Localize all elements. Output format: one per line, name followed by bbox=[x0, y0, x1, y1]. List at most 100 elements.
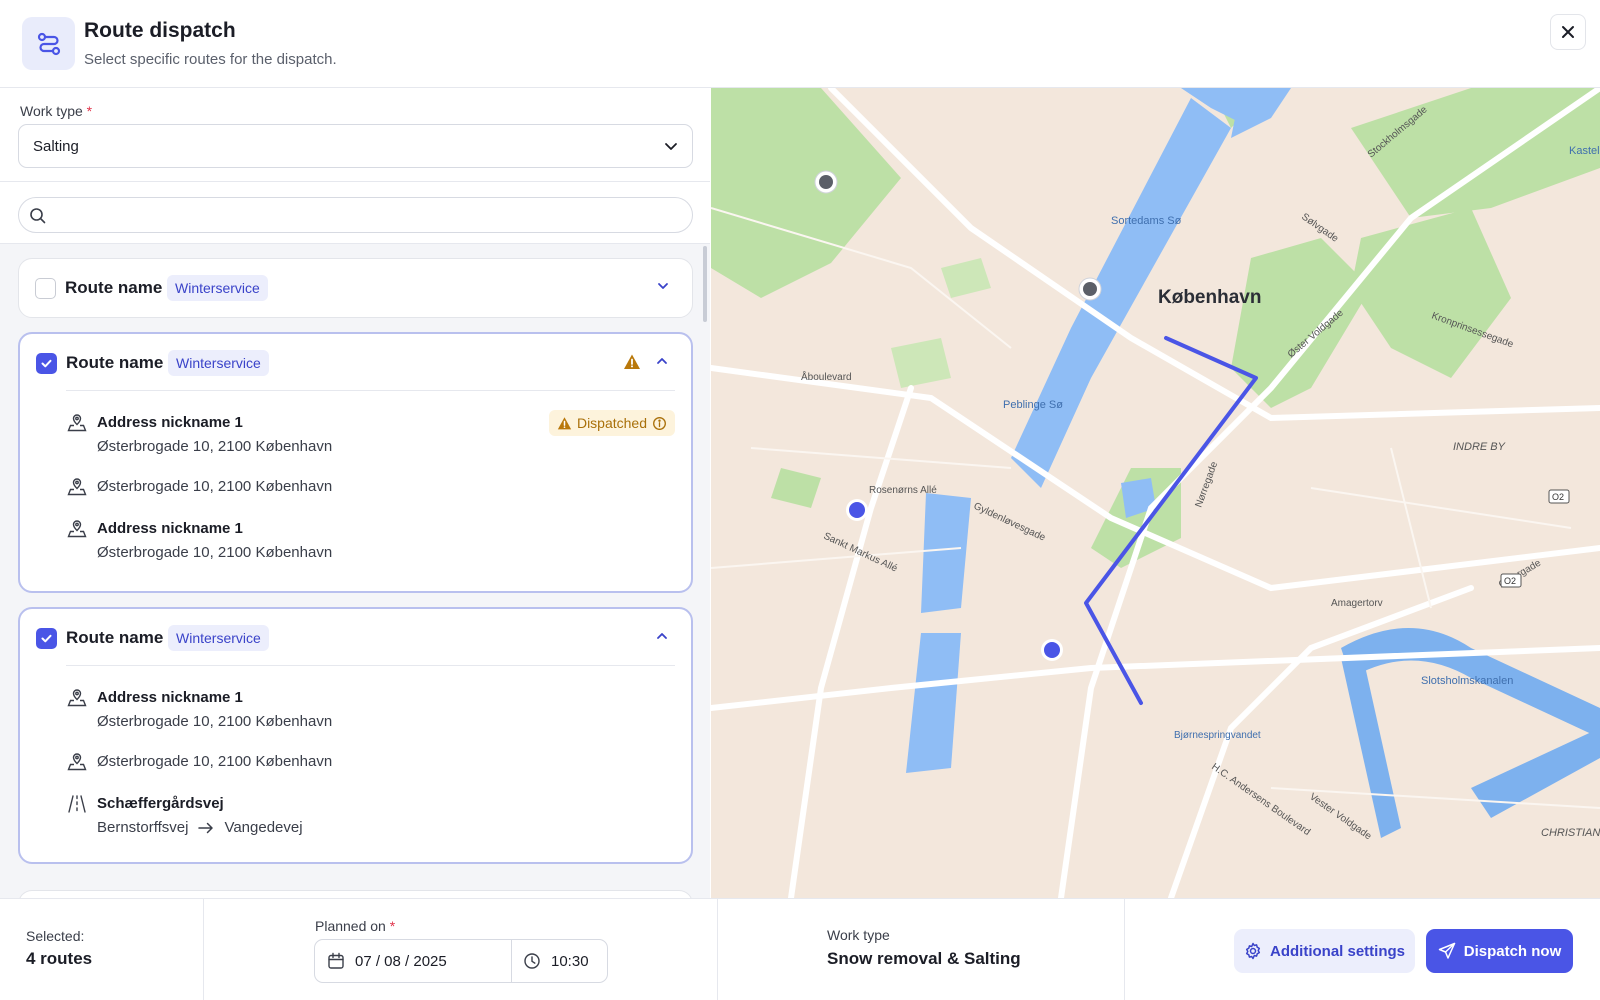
close-icon bbox=[1562, 26, 1574, 38]
address-item: Østerbrogade 10, 2100 København bbox=[66, 751, 675, 775]
route-card[interactable]: Route name Winterservice Address nicknam… bbox=[18, 332, 693, 593]
route-card-header[interactable]: Route name Winterservice bbox=[19, 259, 692, 317]
check-icon bbox=[41, 359, 52, 368]
selected-count: 4 routes bbox=[26, 949, 93, 968]
address-nickname: Address nickname 1 bbox=[97, 520, 243, 537]
map-label: CHRISTIAN bbox=[1541, 827, 1600, 839]
address-line: Østerbrogade 10, 2100 København bbox=[97, 544, 333, 561]
address-line: Østerbrogade 10, 2100 København bbox=[97, 478, 333, 495]
search-field[interactable] bbox=[18, 197, 693, 233]
road-shield: O2 bbox=[1500, 573, 1522, 588]
scrollbar[interactable] bbox=[703, 246, 707, 322]
divider bbox=[717, 899, 718, 1000]
map-label: Amagertorv bbox=[1331, 598, 1383, 609]
additional-settings-label: Additional settings bbox=[1270, 942, 1405, 960]
map-canvas[interactable]: København Sortedams Sø Peblinge Sø INDRE… bbox=[711, 88, 1600, 898]
svg-text:O2: O2 bbox=[1552, 492, 1564, 502]
chevron-down-icon bbox=[665, 143, 677, 150]
divider bbox=[66, 390, 675, 391]
location-pin-icon bbox=[67, 520, 87, 538]
chevron-down-icon[interactable] bbox=[656, 279, 670, 293]
date-input[interactable]: 07 / 08 / 2025 bbox=[315, 940, 512, 982]
time-value: 10:30 bbox=[551, 952, 589, 970]
route-tag: Winterservice bbox=[168, 625, 269, 651]
address-line: Østerbrogade 10, 2100 København bbox=[97, 713, 333, 730]
divider bbox=[1124, 899, 1125, 1000]
work-type-label: Work type * bbox=[20, 103, 93, 119]
location-pin-icon bbox=[67, 478, 87, 496]
divider bbox=[66, 665, 675, 666]
road-segment: Bernstorffsvej Vangedevej bbox=[97, 819, 303, 836]
route-list-panel: Work type * Salting Route name Winterser… bbox=[0, 88, 710, 910]
selected-label: Selected: bbox=[26, 928, 85, 944]
dispatch-footer: Selected: 4 routes Planned on * 07 / 08 … bbox=[0, 898, 1600, 1000]
svg-text:O2: O2 bbox=[1504, 576, 1516, 586]
planned-label: Planned on * bbox=[315, 918, 396, 934]
map-label: Bjørnespringvandet bbox=[1174, 730, 1261, 741]
time-input[interactable]: 10:30 bbox=[512, 940, 607, 982]
planned-datetime: 07 / 08 / 2025 10:30 bbox=[314, 939, 608, 983]
gear-icon bbox=[1245, 942, 1261, 960]
road-to: Vangedevej bbox=[224, 819, 303, 836]
dispatch-now-button[interactable]: Dispatch now bbox=[1426, 929, 1573, 973]
divider bbox=[203, 899, 204, 1000]
work-type-value: Salting bbox=[33, 137, 79, 155]
route-name: Route name bbox=[66, 628, 164, 647]
dispatched-label: Dispatched bbox=[576, 415, 647, 431]
info-icon[interactable] bbox=[652, 416, 667, 431]
map-marker[interactable] bbox=[814, 170, 838, 194]
road-icon bbox=[68, 795, 86, 813]
route-tag: Winterservice bbox=[168, 350, 269, 376]
work-type-select[interactable]: Salting bbox=[18, 124, 693, 168]
map-label: INDRE BY bbox=[1453, 441, 1506, 453]
road-shield: O2 bbox=[1548, 489, 1570, 504]
route-checkbox[interactable] bbox=[35, 278, 56, 299]
search-section bbox=[0, 182, 710, 244]
close-button[interactable] bbox=[1550, 14, 1586, 50]
location-pin-icon bbox=[67, 689, 87, 707]
map-label: Sortedams Sø bbox=[1111, 215, 1182, 227]
route-card[interactable]: Route name Winterservice Address nicknam… bbox=[18, 607, 693, 864]
additional-settings-button[interactable]: Additional settings bbox=[1234, 929, 1415, 973]
map-label: Kastel bbox=[1569, 145, 1600, 157]
page-subtitle: Select specific routes for the dispatch. bbox=[84, 51, 337, 68]
address-line: Østerbrogade 10, 2100 København bbox=[97, 753, 333, 770]
location-pin-icon bbox=[67, 753, 87, 771]
address-item: Address nickname 1 Østerbrogade 10, 2100… bbox=[66, 410, 675, 460]
road-from: Bernstorffsvej bbox=[97, 819, 189, 836]
date-value: 07 / 08 / 2025 bbox=[355, 952, 447, 970]
map-marker[interactable] bbox=[846, 499, 868, 521]
search-input[interactable] bbox=[52, 207, 692, 223]
chevron-up-icon[interactable] bbox=[655, 629, 669, 643]
address-nickname: Address nickname 1 bbox=[97, 689, 243, 706]
route-checkbox[interactable] bbox=[36, 628, 57, 649]
map-label: Peblinge Sø bbox=[1003, 399, 1063, 411]
route-name: Route name bbox=[65, 278, 163, 297]
route-checkbox[interactable] bbox=[36, 353, 57, 374]
map-view[interactable]: København Sortedams Sø Peblinge Sø INDRE… bbox=[711, 88, 1600, 898]
dispatch-now-label: Dispatch now bbox=[1463, 942, 1562, 960]
search-icon bbox=[30, 207, 46, 223]
road-name: Schæffergårdsvej bbox=[97, 795, 224, 812]
route-card-header[interactable]: Route name Winterservice bbox=[20, 609, 691, 667]
map-marker[interactable] bbox=[1041, 639, 1063, 661]
route-card[interactable]: Route name Winterservice bbox=[18, 258, 693, 318]
address-nickname: Address nickname 1 bbox=[97, 414, 243, 431]
footer-work-type-label: Work type bbox=[827, 927, 890, 943]
map-label: Rosenørns Allé bbox=[869, 485, 937, 496]
map-label: Åboulevard bbox=[801, 370, 852, 383]
map-marker[interactable] bbox=[1078, 277, 1102, 301]
warning-icon bbox=[557, 416, 572, 429]
route-icon bbox=[22, 17, 75, 70]
dispatched-badge: Dispatched bbox=[548, 410, 675, 436]
route-tag: Winterservice bbox=[167, 275, 268, 301]
map-city-label: København bbox=[1158, 287, 1261, 308]
address-line: Østerbrogade 10, 2100 København bbox=[97, 438, 333, 455]
map-label: Slotsholmskanalen bbox=[1421, 675, 1513, 687]
work-type-section: Work type * Salting bbox=[0, 88, 710, 182]
address-item: Østerbrogade 10, 2100 København bbox=[66, 476, 675, 500]
chevron-up-icon[interactable] bbox=[655, 354, 669, 368]
route-card-header[interactable]: Route name Winterservice bbox=[20, 334, 691, 392]
address-item: Address nickname 1 Østerbrogade 10, 2100… bbox=[66, 687, 675, 735]
footer-work-type-value: Snow removal & Salting bbox=[827, 949, 1021, 968]
